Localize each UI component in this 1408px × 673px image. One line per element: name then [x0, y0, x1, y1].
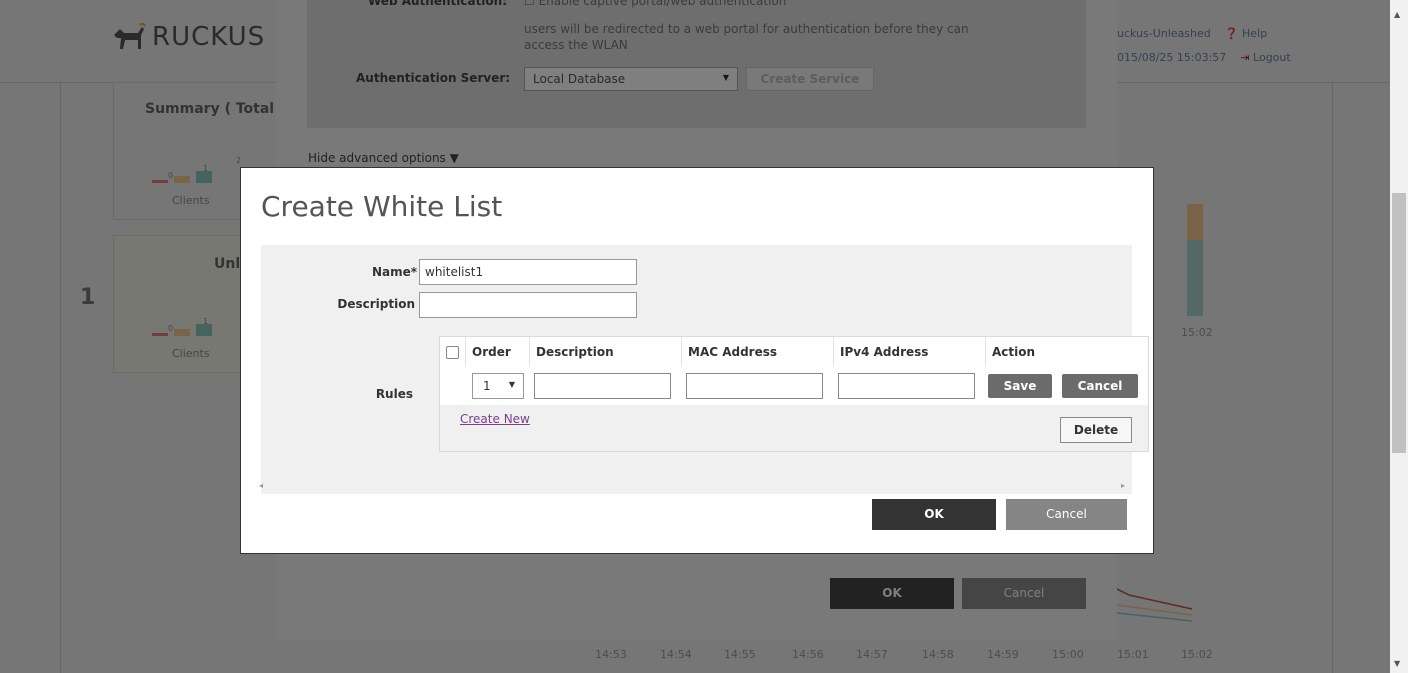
- rules-table: Order Description MAC Address IPv4 Addre…: [439, 336, 1149, 452]
- rule-description-input[interactable]: [534, 373, 671, 399]
- delete-button[interactable]: Delete: [1060, 417, 1132, 443]
- ok-button[interactable]: OK: [872, 499, 996, 530]
- rules-table-header: Order Description MAC Address IPv4 Addre…: [440, 337, 1148, 368]
- select-all-checkbox[interactable]: [446, 346, 459, 359]
- ipv4-address-input[interactable]: [838, 373, 975, 399]
- name-label: Name*: [371, 265, 417, 279]
- rules-label: Rules: [375, 387, 413, 401]
- white-list-form: Name* Description Rules Order Descriptio…: [261, 245, 1149, 494]
- column-header-mac[interactable]: MAC Address: [681, 337, 833, 367]
- name-input[interactable]: [419, 259, 637, 285]
- cancel-button[interactable]: Cancel: [1006, 499, 1127, 530]
- scroll-right-icon[interactable]: ▸: [1121, 481, 1125, 490]
- description-input[interactable]: [419, 292, 637, 318]
- column-header-order[interactable]: Order: [465, 337, 529, 367]
- column-header-action: Action: [985, 337, 1148, 367]
- mac-address-input[interactable]: [686, 373, 823, 399]
- row-cancel-button[interactable]: Cancel: [1062, 374, 1138, 398]
- column-header-description[interactable]: Description: [529, 337, 681, 367]
- modal-title: Create White List: [261, 190, 503, 223]
- scrollbar-thumb[interactable]: [1392, 193, 1406, 453]
- scroll-down-icon[interactable]: ▼: [1394, 659, 1400, 668]
- column-header-ipv4[interactable]: IPv4 Address: [833, 337, 985, 367]
- create-new-link[interactable]: Create New: [460, 412, 530, 426]
- row-save-button[interactable]: Save: [988, 374, 1052, 398]
- create-white-list-modal: Create White List Name* Description Rule…: [240, 167, 1154, 554]
- order-value: 1: [483, 379, 491, 393]
- order-select[interactable]: 1 ▼: [472, 373, 524, 399]
- description-label: Description: [337, 297, 415, 311]
- chevron-down-icon: ▼: [508, 380, 515, 389]
- table-row: 1 ▼ Save Cancel: [440, 367, 1148, 405]
- scroll-up-icon[interactable]: ▲: [1394, 10, 1400, 19]
- scroll-left-icon[interactable]: ◂: [259, 481, 263, 490]
